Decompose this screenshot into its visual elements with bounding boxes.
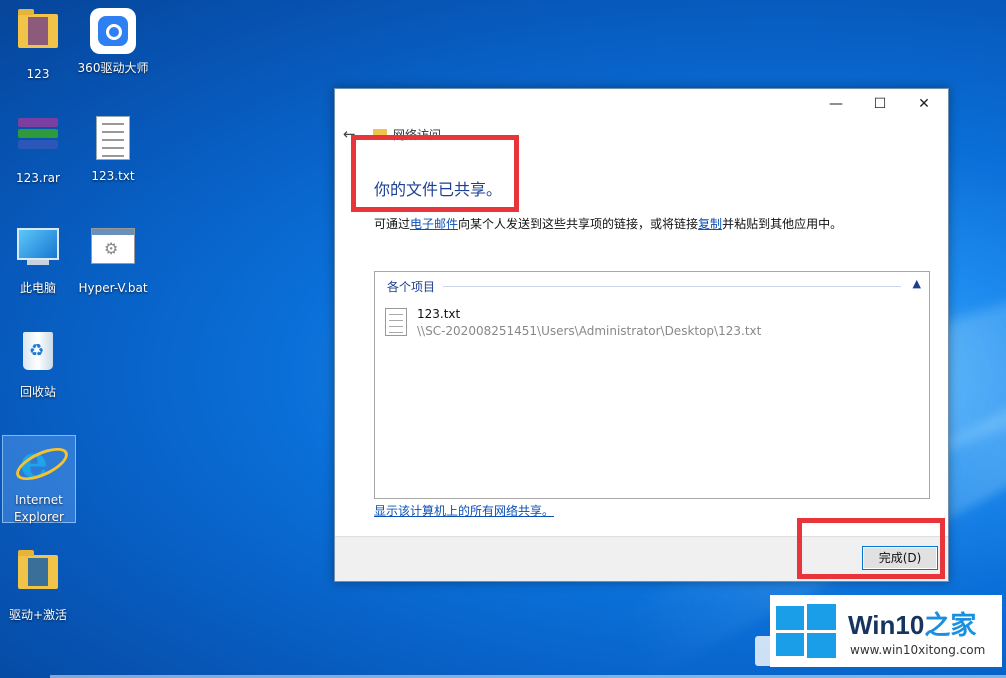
desktop-icon-label: Hyper-V.bat xyxy=(78,281,148,295)
desktop-icon-label: 回收站 xyxy=(19,385,56,399)
internet-explorer-icon: e xyxy=(11,440,73,488)
group-header[interactable]: 各个项目 xyxy=(387,278,442,295)
desktop-icon-label: 此电脑 xyxy=(19,281,56,295)
desktop-icon-hyper-v-bat[interactable]: ⚙ Hyper-V.bat xyxy=(77,220,149,295)
collapse-icon[interactable]: ▲ xyxy=(913,277,921,290)
email-link[interactable]: 电子邮件 xyxy=(410,217,458,231)
desktop-icon-123-rar[interactable]: 123.rar xyxy=(2,112,74,185)
close-button[interactable]: ✕ xyxy=(902,89,946,119)
description-text: 可通过 xyxy=(374,217,411,231)
recycle-bin-icon: ♻ xyxy=(14,332,62,380)
text-file-icon xyxy=(385,308,407,336)
winrar-archive-icon xyxy=(14,118,62,166)
folder-icon xyxy=(14,550,62,603)
desktop-icon-123-folder[interactable]: 123 xyxy=(2,4,74,81)
description-text: 向某个人发送到这些共享项的链接，或将链接 xyxy=(458,217,699,231)
desktop-icon-this-pc[interactable]: 此电脑 xyxy=(2,220,74,295)
desktop-icon-360-driver[interactable]: 360驱动大师 xyxy=(77,4,149,75)
watermark-title-accent: 之家 xyxy=(924,610,977,640)
desktop-icon-label: 123 xyxy=(26,67,50,81)
desktop-icon-recycle-bin[interactable]: ♻ 回收站 xyxy=(2,328,74,399)
show-all-shares-link[interactable]: 显示该计算机上的所有网络共享。 xyxy=(374,502,554,519)
watermark-title-main: Win10 xyxy=(848,610,925,640)
description-text: 并粘贴到其他应用中。 xyxy=(722,217,843,231)
shared-file-path: \\SC-202008251451\Users\Administrator\De… xyxy=(417,324,762,338)
watermark-title: Win10之家 xyxy=(848,605,976,642)
desktop-icon-label: Internet Explorer xyxy=(14,493,64,524)
shared-file-name[interactable]: 123.txt xyxy=(417,307,460,321)
watermark: Win10之家 www.win10xitong.com xyxy=(770,595,1002,667)
batch-file-icon: ⚙ xyxy=(89,228,137,276)
highlight-box-heading xyxy=(351,135,519,212)
desktop-icon-driver-activation-folder[interactable]: 驱动+激活 xyxy=(2,545,74,622)
shared-items-panel: 各个项目 ▲ 123.txt \\SC-202008251451\Users\A… xyxy=(374,271,930,499)
highlight-box-done xyxy=(797,518,945,579)
folder-icon xyxy=(14,9,62,62)
driver-app-icon xyxy=(89,8,137,56)
copy-link[interactable]: 复制 xyxy=(698,217,722,231)
desktop-icon-label: 驱动+激活 xyxy=(8,608,68,622)
minimize-button[interactable]: — xyxy=(814,89,858,119)
share-description: 可通过电子邮件向某个人发送到这些共享项的链接，或将链接复制并粘贴到其他应用中。 xyxy=(374,215,842,232)
watermark-url: www.win10xitong.com xyxy=(850,643,986,657)
title-bar: — ☐ ✕ xyxy=(335,89,948,119)
desktop-icon-label: 360驱动大师 xyxy=(77,61,149,75)
group-divider xyxy=(443,286,901,287)
desktop-icon-label: 123.rar xyxy=(16,171,60,185)
text-file-icon xyxy=(89,116,137,164)
desktop-icon-123-txt[interactable]: 123.txt xyxy=(77,112,149,183)
windows-logo-icon xyxy=(776,604,836,658)
desktop-icon-label: 123.txt xyxy=(91,169,135,183)
computer-icon xyxy=(14,228,62,276)
maximize-button[interactable]: ☐ xyxy=(858,89,902,119)
desktop-icon-internet-explorer[interactable]: e Internet Explorer xyxy=(2,435,76,524)
